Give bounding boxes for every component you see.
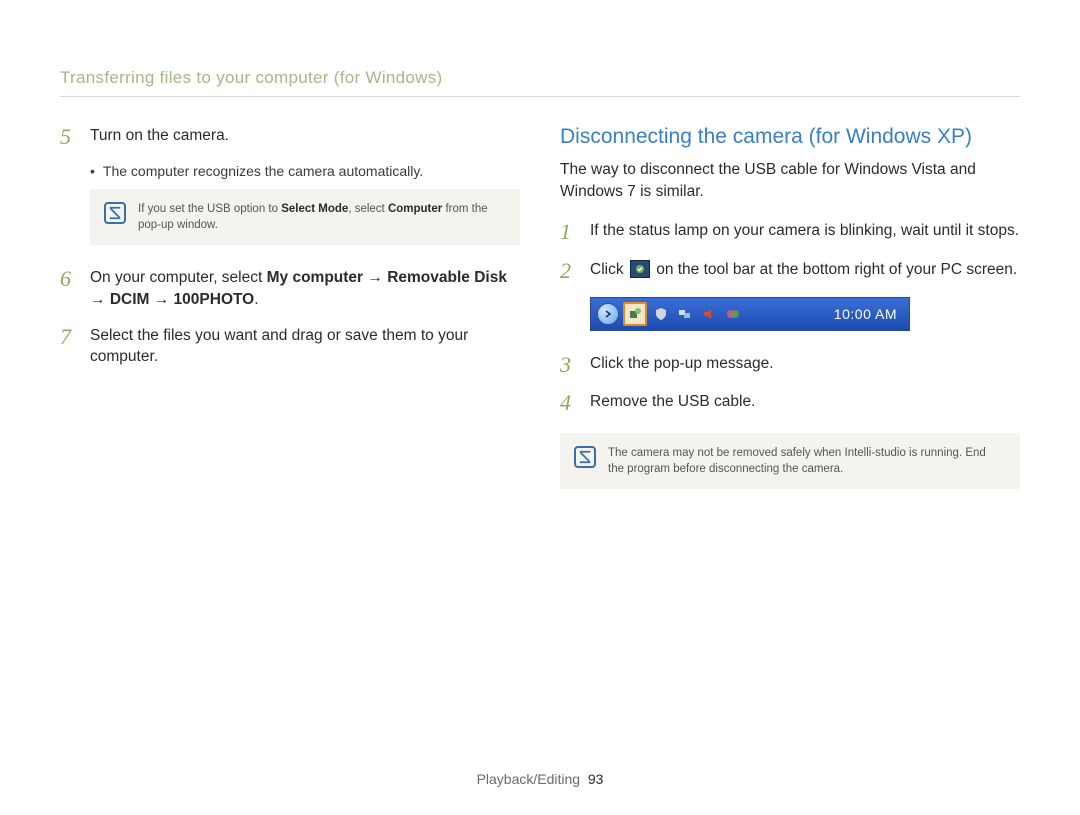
step-3: 3 Click the pop-up message.: [560, 353, 1020, 377]
footer-page-number: 93: [588, 771, 604, 787]
taskbar-clock: 10:00 AM: [834, 306, 897, 322]
step-number: 2: [560, 259, 578, 283]
section-intro: The way to disconnect the USB cable for …: [560, 159, 1020, 202]
taskbar-app-icon: [723, 304, 743, 324]
taskbar-volume-icon: [699, 304, 719, 324]
taskbar-expand-icon: [597, 303, 619, 325]
step-text: If the status lamp on your camera is bli…: [590, 220, 1020, 244]
step-6: 6 On your computer, select My computer →…: [60, 267, 520, 310]
content-columns: 5 Turn on the camera. The computer recog…: [60, 125, 1020, 511]
step-text: Remove the USB cable.: [590, 391, 1020, 415]
taskbar-illustration: 10:00 AM: [590, 297, 1020, 331]
step-text: Click on the tool bar at the bottom righ…: [590, 259, 1020, 283]
note-icon: [574, 446, 596, 468]
step-text: Turn on the camera.: [90, 125, 520, 149]
step-number: 7: [60, 325, 78, 368]
step-4: 4 Remove the USB cable.: [560, 391, 1020, 415]
taskbar-safely-remove-icon: [623, 302, 647, 326]
page-footer: Playback/Editing 93: [0, 771, 1080, 787]
right-column: Disconnecting the camera (for Windows XP…: [560, 125, 1020, 511]
note-text: The camera may not be removed safely whe…: [608, 445, 1004, 477]
footer-section: Playback/Editing: [477, 771, 581, 787]
sub-bullet-text: The computer recognizes the camera autom…: [103, 163, 423, 179]
page-running-header: Transferring files to your computer (for…: [60, 68, 1020, 97]
step-number: 5: [60, 125, 78, 149]
safely-remove-hardware-icon: [630, 260, 650, 278]
taskbar-network-icon: [675, 304, 695, 324]
taskbar-shield-icon: [651, 304, 671, 324]
step-text: Select the files you want and drag or sa…: [90, 325, 520, 368]
step2-before: Click: [590, 261, 628, 278]
step-text: Click the pop-up message.: [590, 353, 1020, 377]
step-text: On your computer, select My computer → R…: [90, 267, 520, 310]
step-2: 2 Click on the tool bar at the bottom ri…: [560, 259, 1020, 283]
note-box-right: The camera may not be removed safely whe…: [560, 433, 1020, 489]
windows-taskbar: 10:00 AM: [590, 297, 910, 331]
note-box-left: If you set the USB option to Select Mode…: [90, 189, 520, 245]
step-number: 4: [560, 391, 578, 415]
note-icon: [104, 202, 126, 224]
step-number: 1: [560, 220, 578, 244]
note-text: If you set the USB option to Select Mode…: [138, 201, 504, 233]
step-5: 5 Turn on the camera.: [60, 125, 520, 149]
left-column: 5 Turn on the camera. The computer recog…: [60, 125, 520, 511]
step-1: 1 If the status lamp on your camera is b…: [560, 220, 1020, 244]
step-7: 7 Select the files you want and drag or …: [60, 325, 520, 368]
sub-bullet: The computer recognizes the camera autom…: [90, 163, 520, 179]
step2-after: on the tool bar at the bottom right of y…: [656, 261, 1017, 278]
step-number: 6: [60, 267, 78, 310]
section-heading: Disconnecting the camera (for Windows XP…: [560, 125, 1020, 149]
step-number: 3: [560, 353, 578, 377]
